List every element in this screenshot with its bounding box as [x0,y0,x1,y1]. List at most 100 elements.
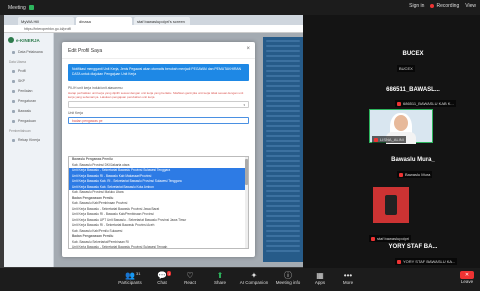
sidebar-item[interactable]: Penilaian [4,86,53,96]
share-icon: ⬆ [216,271,224,280]
sidebar-item[interactable]: Rekap Kinerja [4,135,53,145]
sidebar-item[interactable]: Pengaduan [4,116,53,126]
sidebar-item[interactable]: SKP [4,76,53,86]
participants-count: 31 [136,271,141,276]
menu-icon [12,109,15,113]
dropdown-scrollbar[interactable] [245,157,248,248]
mic-muted-icon [397,259,401,264]
dropdown-option[interactable]: Unit Kerja Bawaslu - Sekretariat Bawaslu… [69,245,248,248]
info-icon: ⓘ [284,271,292,280]
button-label: Share [213,280,226,285]
shared-screen: MyWA Hill dinasa staf bawaslupolpri's sc… [0,15,303,268]
button-label: Apps [314,280,326,285]
participant-avatar[interactable] [373,187,409,223]
sidebar-item[interactable]: Profil [4,66,53,76]
participant-tag-label: Bawaslu Mura [405,172,431,177]
sidebar-item-label: Profil [18,69,26,73]
sidebar-item-label: Rekap Kinerja [18,138,40,142]
zoom-toolbar: 👥 31 Participants 💬 1 Chat ♡ React ⬆ Share ✦ AI… [0,268,480,291]
scroll-thumb[interactable] [245,159,248,185]
sidebar-item-label: Data Pelaksana [18,50,43,54]
participant-tag: BUCEX [397,65,415,72]
sidebar-item-label: Pengaduan [18,119,36,123]
logo-icon [8,37,14,43]
chat-icon: 💬 [157,271,167,280]
more-button[interactable]: ••• More [328,271,368,285]
menu-icon [12,50,15,54]
menu-icon [12,119,15,123]
participant-tag: YORY STAF BAWASLU KA... [395,258,458,265]
participant-tag-label: 686511_BAWASLU KAB K... [403,101,454,106]
participant-tag: LISNA_ALINI [372,136,406,143]
participants-icon: 👥 [125,271,135,280]
sidebar-item[interactable]: Bawaslu [4,106,53,116]
zoom-top-bar: Meeting Sign in Recording View [0,0,480,15]
chevron-down-icon: ▾ [243,103,245,107]
sidebar: e-KINERJA Data Pelaksana Data Utama Prof… [4,33,54,267]
leave-button[interactable]: ✕ Leave [460,271,474,284]
browser-tab[interactable]: MyWA Hill [18,17,74,25]
sign-in-button[interactable]: Sign in [409,3,424,9]
ai-companion-icon: ✦ [250,271,258,280]
edit-profile-modal: Edit Profil Saya × Notifikasi mengganti … [62,42,255,257]
participant-tag-label: LISNA_ALINI [380,137,404,142]
avatar-figure [385,195,397,215]
participant-tag-label: YORY STAF BAWASLU KA... [403,259,456,264]
sidebar-item[interactable]: Data Pelaksana [4,47,53,57]
sidebar-item-label: SKP [18,79,26,83]
mic-muted-icon [399,172,403,177]
participant-video[interactable]: LISNA_ALINI [369,109,433,144]
logo-text: e-KINERJA [16,37,40,43]
participant-tag-label: staf bawaslupolpri [377,236,410,241]
button-label: Chat [157,280,167,285]
participant-name: 686511_BAWASL... [386,87,440,93]
close-icon[interactable]: × [246,46,250,52]
apps-icon: ▦ [316,271,324,280]
browser-tabs: MyWA Hill dinasa staf bawaslupolpri's sc… [4,15,303,25]
sidebar-item[interactable]: Pengaturan [4,96,53,106]
more-icon: ••• [343,271,353,280]
view-button[interactable]: View [465,3,476,9]
url-text: https://interoperbkn.go.id/profil [24,26,72,31]
recording-indicator[interactable]: Recording [430,3,459,9]
sidebar-item-label: Bawaslu [18,109,32,113]
modal-title: Edit Profil Saya [62,42,255,59]
sidebar-item-label: Penilaian [18,89,33,93]
info-alert: Notifikasi mengganti Unit Kerja, Jenis P… [68,64,249,81]
sidebar-heading: Data Utama [9,59,27,64]
dropdown-items: Bawaslu Pengawas Pemilu Kab. Bawaslu Prov… [69,157,248,248]
leave-icon: ✕ [460,271,474,279]
sidebar-heading: Pemberitahuan [9,128,31,133]
browser-window: MyWA Hill dinasa staf bawaslupolpri's sc… [4,15,303,267]
button-label: Meeting info [275,280,301,285]
mic-muted-icon [397,101,401,106]
button-label: AI Companion [239,280,269,285]
unit-search-input[interactable]: badan pengawas pe [68,117,249,124]
participants-gallery: BUCEX BUCEX 686511_BAWASL... 686511_BAWA… [303,15,480,268]
participant-tag: Bawaslu Mura [397,171,433,178]
meeting-title: Meeting [8,4,26,11]
leave-label: Leave [460,279,474,284]
participant-tag: staf bawaslupolpri [369,235,412,242]
app-logo: e-KINERJA [4,33,53,47]
address-bar[interactable]: https://interoperbkn.go.id/profil [4,25,303,33]
participant-name: Bawaslu Mura_ [391,157,435,163]
recording-label: Recording [436,3,460,9]
button-label: Participants [118,280,142,285]
participant-tag-label: BUCEX [399,66,413,71]
browser-tab-active[interactable]: dinasa [76,17,132,25]
browser-tab[interactable]: staf bawaslupolpri's screen [134,17,190,25]
main-content: Edit Profil Saya × Notifikasi mengganti … [54,33,303,267]
menu-icon [12,138,15,142]
person-face [394,115,408,131]
mic-muted-icon [371,236,375,241]
record-icon [430,4,435,8]
field-label: Unit Kerja [68,111,83,115]
participant-name: YORY STAF BA... [388,244,438,250]
mic-muted-icon [374,137,378,142]
participant-name: BUCEX [402,51,424,57]
react-icon: ♡ [186,271,194,280]
shield-icon[interactable] [28,5,34,10]
unit-parent-select[interactable]: ▾ [68,101,249,108]
field-help-text: Harap perhatikan unit kerja yang dipilih… [68,91,244,99]
